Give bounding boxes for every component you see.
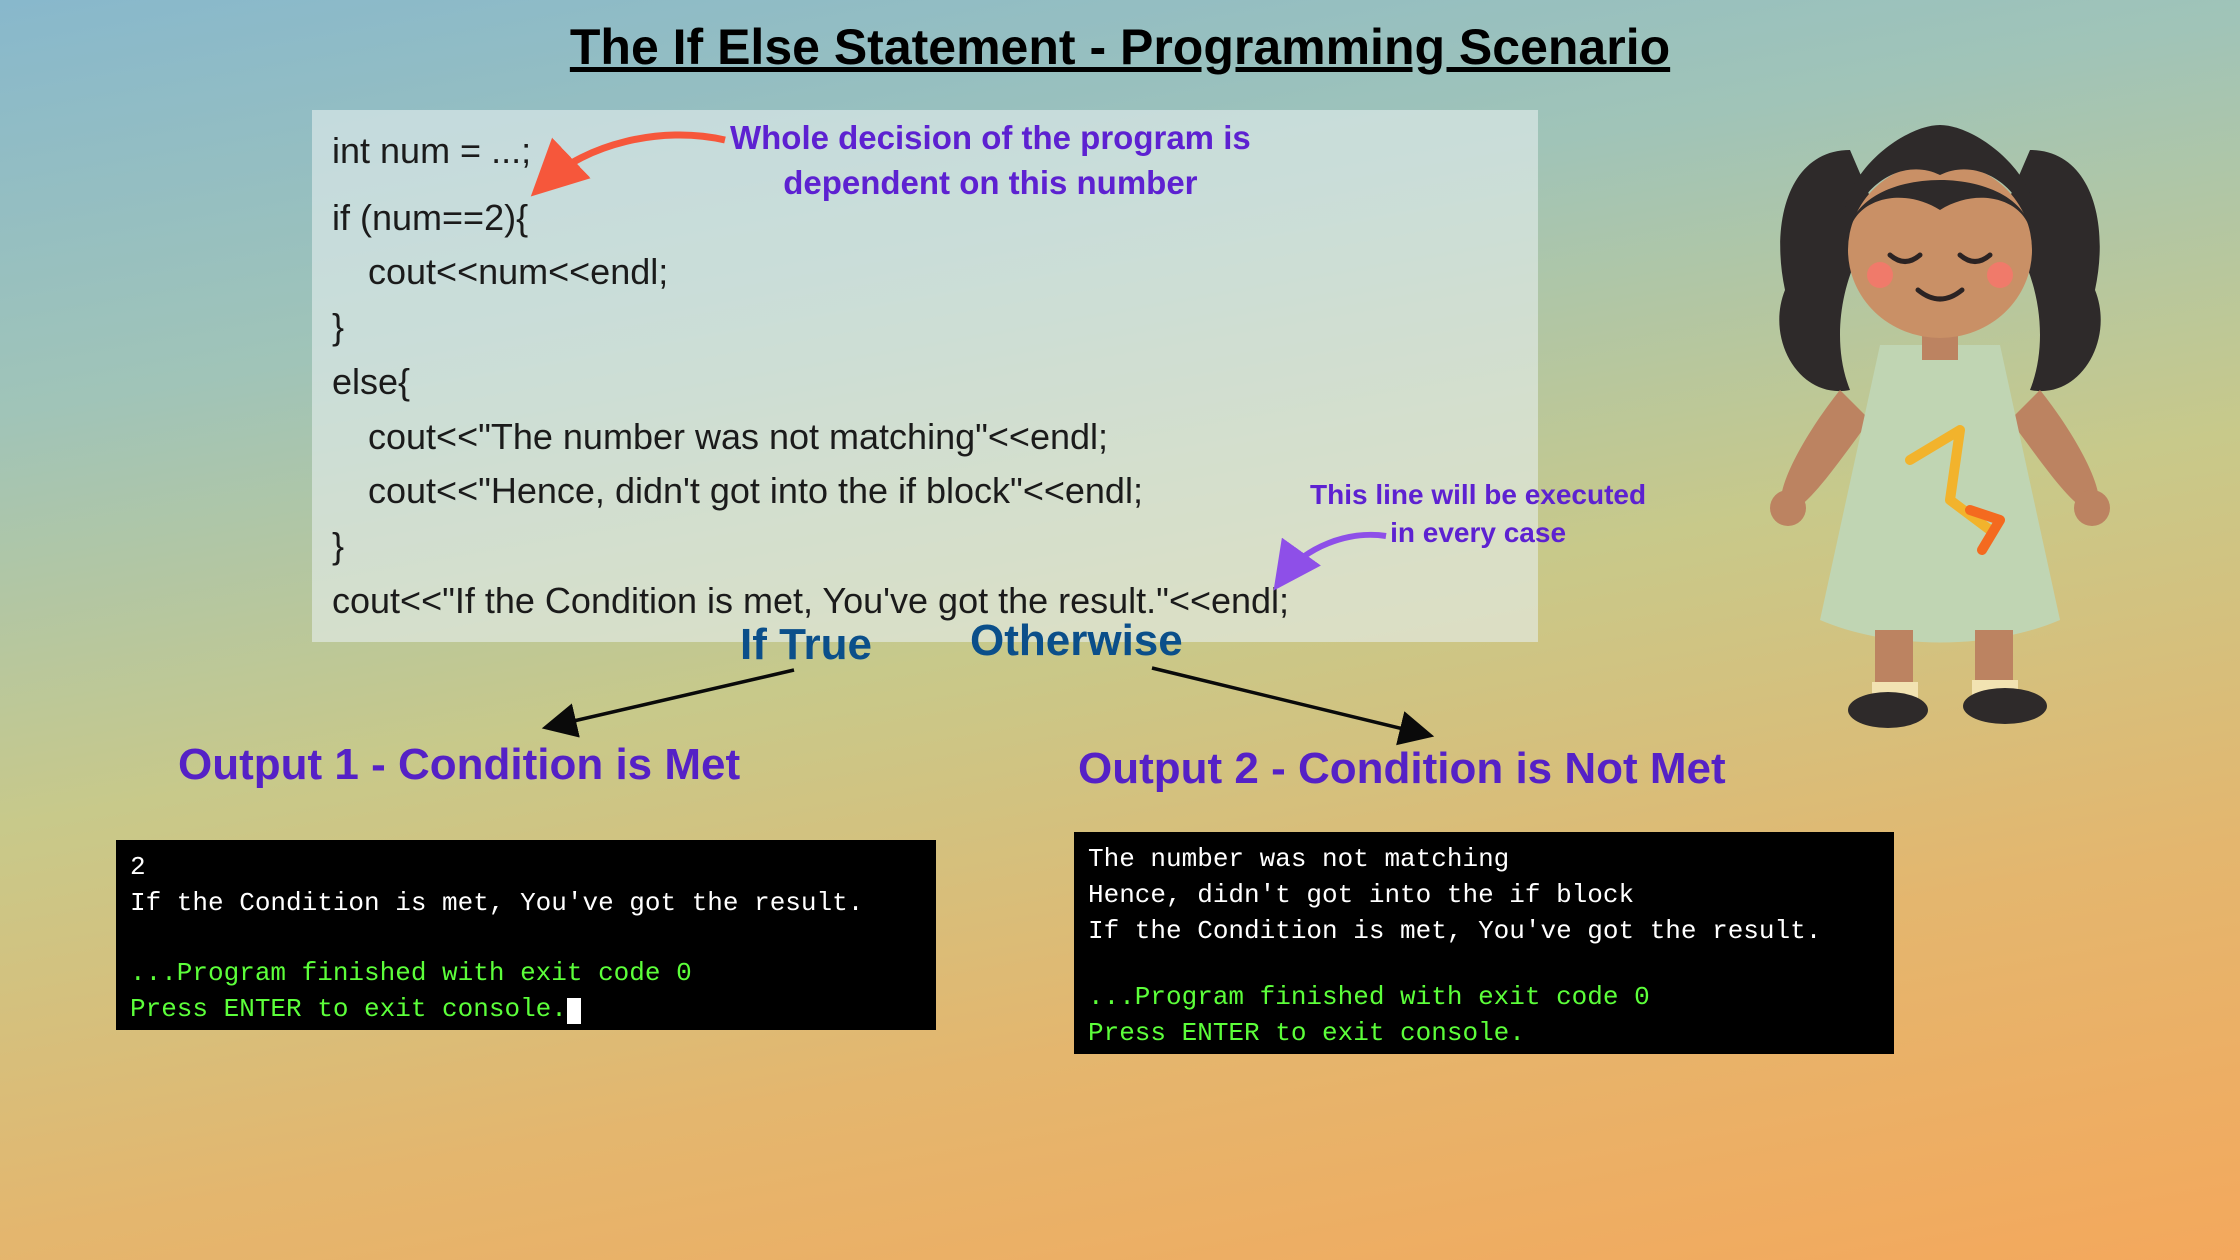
code-line: cout<<"The number was not matching"<<end… xyxy=(332,410,1518,465)
console-output-1: 2 If the Condition is met, You've got th… xyxy=(116,840,936,1030)
code-line: cout<<num<<endl; xyxy=(332,245,1518,300)
cursor-icon xyxy=(567,998,581,1024)
console-exit-line: ...Program finished with exit code 0 xyxy=(1088,980,1880,1016)
console-line: Hence, didn't got into the if block xyxy=(1088,878,1880,914)
girl-illustration-icon xyxy=(1730,90,2150,730)
annotation-decision: Whole decision of the program is depende… xyxy=(730,116,1251,205)
branch-false-label: Otherwise xyxy=(970,616,1183,666)
output1-title: Output 1 - Condition is Met xyxy=(178,740,740,790)
page-title: The If Else Statement - Programming Scen… xyxy=(570,18,1670,76)
arrow-to-output1-icon xyxy=(544,664,804,744)
arrow-to-output2-icon xyxy=(1146,662,1436,752)
code-line: } xyxy=(332,300,1518,355)
output2-title: Output 2 - Condition is Not Met xyxy=(1078,744,1726,794)
console-output-2: The number was not matching Hence, didn'… xyxy=(1074,832,1894,1054)
console-exit-line: ...Program finished with exit code 0 xyxy=(130,956,922,992)
code-line: else{ xyxy=(332,355,1518,410)
arrow-decision-icon xyxy=(540,130,740,210)
arrow-always-icon xyxy=(1278,530,1398,590)
console-line: If the Condition is met, You've got the … xyxy=(130,886,922,922)
console-line: 2 xyxy=(130,850,922,886)
console-prompt-line: Press ENTER to exit console. xyxy=(130,992,922,1028)
branch-true-label: If True xyxy=(740,620,872,670)
console-line: The number was not matching xyxy=(1088,842,1880,878)
console-line: If the Condition is met, You've got the … xyxy=(1088,914,1880,950)
console-prompt-line: Press ENTER to exit console. xyxy=(1088,1016,1880,1052)
